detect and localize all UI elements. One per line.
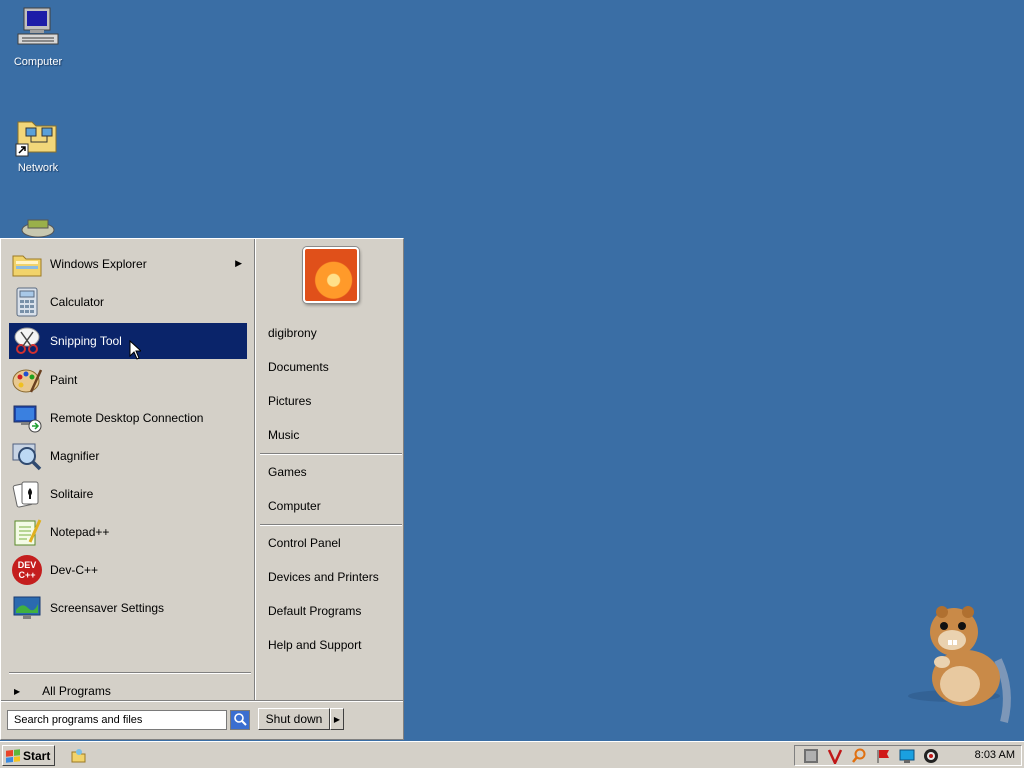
desktop-icon-network[interactable]: Network (0, 112, 76, 174)
program-label: Windows Explorer (50, 257, 147, 271)
desktop-icon-label: Computer (13, 56, 63, 68)
places-separator (260, 524, 402, 526)
start-menu-places-pane: digibrony Documents Pictures Music Games… (255, 239, 404, 701)
program-label: Paint (50, 373, 78, 387)
search-tray-icon[interactable] (851, 748, 867, 764)
program-label: Snipping Tool (50, 334, 122, 348)
start-menu-bottom-bar: Search programs and files Shut down ▶ (1, 701, 403, 740)
magnifier-icon (11, 440, 43, 472)
desktop-icon-label: Network (17, 162, 59, 174)
devcpp-icon: DEV C++ (11, 554, 43, 586)
program-label: Calculator (50, 295, 105, 309)
start-label: Start (23, 748, 51, 763)
display-tray-icon[interactable] (899, 748, 915, 764)
screensaver-icon (11, 592, 43, 624)
hamster-mascot-image (902, 600, 1022, 730)
computer-icon (14, 6, 62, 54)
windows-explorer-icon (11, 248, 43, 280)
start-menu-programs-pane: Windows Explorer ▶ Calculator Snipping T… (4, 242, 253, 700)
expand-arrow-icon: ▶ (14, 686, 21, 696)
program-label: Magnifier (50, 449, 100, 463)
shutdown-options-button[interactable]: ▶ (330, 708, 344, 730)
shutdown-button[interactable]: Shut down (258, 708, 330, 730)
user-picture-avatar[interactable] (303, 247, 359, 303)
calculator-icon (11, 286, 43, 318)
program-label: Remote Desktop Connection (50, 411, 204, 425)
program-magnifier[interactable]: Magnifier (9, 439, 247, 473)
documents-link[interactable]: Documents (268, 360, 329, 374)
search-input[interactable]: Search programs and files (7, 710, 227, 730)
paint-icon (11, 364, 43, 396)
devices-printers-link[interactable]: Devices and Printers (268, 570, 379, 584)
windows-logo-icon (6, 748, 20, 763)
program-snipping-tool[interactable]: Snipping Tool (9, 323, 247, 359)
start-button[interactable]: Start (2, 745, 55, 766)
svg-text:DEV: DEV (18, 560, 37, 570)
program-label: Screensaver Settings (50, 601, 165, 615)
taskbar: Start 8:03 AM (0, 741, 1024, 768)
programs-separator (9, 672, 251, 674)
computer-link[interactable]: Computer (268, 499, 321, 513)
solitaire-icon (11, 478, 43, 510)
places-separator (260, 453, 402, 455)
program-calculator[interactable]: Calculator (9, 285, 247, 319)
program-notepadpp[interactable]: Notepad++ (9, 515, 247, 549)
submenu-arrow-icon: ▶ (235, 258, 242, 268)
program-solitaire[interactable]: Solitaire (9, 477, 247, 511)
search-button[interactable] (230, 710, 250, 730)
svg-text:C++: C++ (18, 570, 35, 580)
snipping-tool-icon (11, 325, 43, 357)
program-screensaver-settings[interactable]: Screensaver Settings (9, 591, 247, 625)
antivirus-v-icon[interactable] (827, 748, 843, 766)
start-menu: Windows Explorer ▶ Calculator Snipping T… (0, 238, 404, 740)
all-programs-button[interactable]: ▶ All Programs (14, 681, 250, 701)
search-icon (231, 711, 249, 729)
network-tray-icon[interactable] (803, 748, 819, 764)
default-programs-link[interactable]: Default Programs (268, 604, 361, 618)
program-label: Dev-C++ (50, 563, 99, 577)
chevron-right-icon: ▶ (333, 714, 341, 724)
help-support-link[interactable]: Help and Support (268, 638, 361, 652)
control-panel-link[interactable]: Control Panel (268, 536, 341, 550)
mouse-cursor-icon (129, 339, 143, 363)
games-link[interactable]: Games (268, 465, 307, 479)
program-remote-desktop-connection[interactable]: Remote Desktop Connection (9, 401, 247, 435)
pictures-link[interactable]: Pictures (268, 394, 311, 408)
network-icon (14, 112, 62, 160)
program-label: Solitaire (50, 487, 94, 501)
taskbar-clock[interactable]: 8:03 AM (975, 749, 1015, 761)
remote-desktop-icon (11, 402, 43, 434)
desktop-icon-computer[interactable]: Computer (0, 6, 76, 68)
quick-launch-icon[interactable] (70, 747, 86, 763)
notepadpp-icon (11, 516, 43, 548)
user-folder-link[interactable]: digibrony (268, 326, 317, 340)
system-tray: 8:03 AM (794, 745, 1022, 766)
program-label: Notepad++ (50, 525, 110, 539)
music-link[interactable]: Music (268, 428, 299, 442)
program-devcpp[interactable]: DEV C++ Dev-C++ (9, 553, 247, 587)
program-paint[interactable]: Paint (9, 363, 247, 397)
program-windows-explorer[interactable]: Windows Explorer ▶ (9, 247, 247, 281)
volume-tray-icon[interactable] (923, 748, 939, 764)
all-programs-label: All Programs (42, 684, 111, 698)
action-center-flag-icon[interactable] (875, 748, 891, 764)
